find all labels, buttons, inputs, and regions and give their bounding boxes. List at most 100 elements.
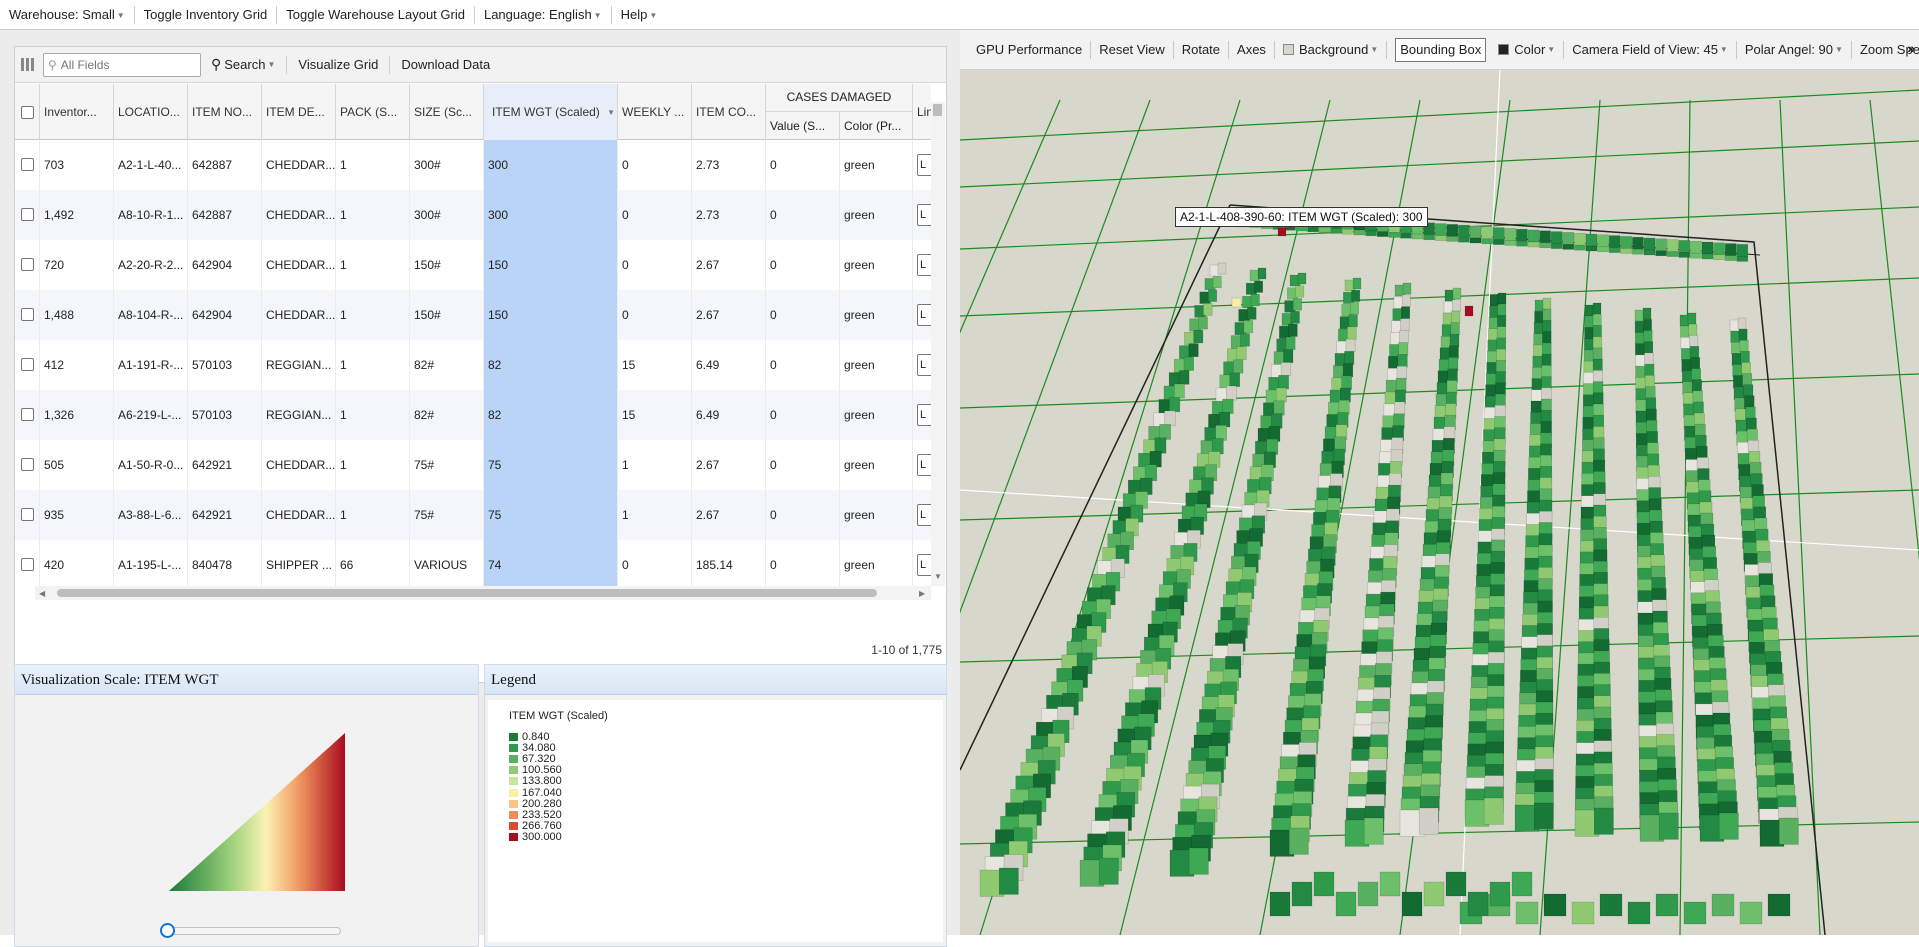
search-input[interactable] [60, 57, 191, 72]
vertical-scrollbar[interactable]: ▼ [931, 102, 945, 586]
table-row[interactable]: 1,492 A8-10-R-1... 642887 CHEDDAR... 1 300# 30… [15, 190, 931, 240]
warehouse-dropdown[interactable]: Warehouse: Small ▼ [0, 5, 135, 24]
camera-fov-dropdown[interactable]: Camera Field of View: 45 ▼ [1564, 40, 1737, 59]
column-header[interactable]: Color (Pr... [840, 112, 913, 140]
table-cell: 75 [484, 490, 618, 540]
row-checkbox[interactable] [21, 158, 34, 171]
inventory-grid: ⚲ ⚲ Search ▼ Visualize Grid Download Dat… [14, 46, 947, 683]
table-cell: 1 [336, 140, 410, 190]
scroll-down-icon[interactable]: ▼ [934, 572, 942, 581]
row-checkbox[interactable] [21, 308, 34, 321]
row-checkbox[interactable] [21, 558, 34, 571]
row-checkbox[interactable] [21, 208, 34, 221]
viewer-panel: GPU Performance Reset View Rotate Axes B… [960, 30, 1919, 935]
rotate-button[interactable]: Rotate [1174, 40, 1230, 59]
help-menu[interactable]: Help ▼ [612, 6, 667, 24]
table-row[interactable]: 935 A3-88-L-6... 642921 CHEDDAR... 1 75# 75 1 2.… [15, 490, 931, 540]
table-row[interactable]: 1,488 A8-104-R-... 642904 CHEDDAR... 1 150# 15… [15, 290, 931, 340]
viewer-toolbar: GPU Performance Reset View Rotate Axes B… [960, 30, 1919, 70]
select-all-checkbox[interactable] [21, 106, 34, 119]
toggle-layout-grid-button[interactable]: Toggle Warehouse Layout Grid [277, 5, 475, 24]
row-checkbox[interactable] [21, 508, 34, 521]
scroll-left-icon[interactable]: ◀ [39, 589, 45, 598]
row-link-button[interactable]: L [917, 454, 931, 476]
axes-button[interactable]: Axes [1229, 40, 1275, 59]
table-row[interactable]: 720 A2-20-R-2... 642904 CHEDDAR... 1 150# 150 0… [15, 240, 931, 290]
row-checkbox[interactable] [21, 358, 34, 371]
table-row[interactable]: 703 A2-1-L-40... 642887 CHEDDAR... 1 300# 300 0… [15, 140, 931, 190]
panel-title: Visualization Scale: ITEM WGT [15, 665, 478, 695]
row-link-button[interactable]: L [917, 504, 931, 526]
column-header[interactable]: ITEM CO... [692, 84, 766, 140]
scroll-thumb[interactable] [933, 104, 942, 116]
column-header[interactable]: SIZE (Sc... [410, 84, 484, 140]
row-link-button[interactable]: L [917, 354, 931, 376]
row-link-button[interactable]: L [917, 404, 931, 426]
row-checkbox[interactable] [21, 408, 34, 421]
bounding-box-toggle[interactable]: Bounding Box [1387, 37, 1490, 62]
row-link-button[interactable]: L [917, 554, 931, 576]
download-data-button[interactable]: Download Data [397, 57, 494, 72]
table-cell: 15 [618, 340, 692, 390]
expand-toolbar-icon[interactable]: » [1907, 40, 1915, 56]
table-cell: 75# [410, 490, 484, 540]
slider-handle[interactable] [160, 923, 175, 938]
scene-canvas[interactable] [960, 70, 1919, 935]
row-link-button[interactable]: L [917, 254, 931, 276]
row-link-button[interactable]: L [917, 304, 931, 326]
scale-slider[interactable] [160, 923, 341, 938]
legend-swatch [509, 777, 518, 786]
column-group-header: CASES DAMAGED [766, 84, 913, 112]
table-row[interactable]: 420 A1-195-L-... 840478 SHIPPER ... 66 VARIOU… [15, 540, 931, 586]
table-cell: 570103 [188, 340, 262, 390]
reset-view-button[interactable]: Reset View [1091, 40, 1174, 59]
row-link-button[interactable]: L [917, 204, 931, 226]
table-cell: 74 [484, 540, 618, 586]
dropdown-arrow-icon: ▼ [593, 10, 602, 20]
warehouse-3d-scene[interactable]: A2-1-L-408-390-60: ITEM WGT (Scaled): 30… [960, 70, 1919, 935]
column-header-sorted[interactable]: ITEM WGT (Scaled) ▼ [484, 84, 618, 140]
background-dropdown[interactable]: Background ▼ [1275, 40, 1388, 59]
toggle-inventory-grid-button[interactable]: Toggle Inventory Grid [135, 5, 278, 24]
gpu-performance-button[interactable]: GPU Performance [968, 40, 1092, 59]
table-row[interactable]: 505 A1-50-R-0... 642921 CHEDDAR... 1 75# 75 1 2.… [15, 440, 931, 490]
table-header: Inventor... LOCATIO... ITEM NO... ITEM D… [15, 84, 933, 140]
color-dropdown[interactable]: Color ▼ [1490, 40, 1565, 59]
left-panel: ⚲ ⚲ Search ▼ Visualize Grid Download Dat… [0, 30, 960, 947]
polar-angle-label: Polar Angel: 90 [1744, 41, 1834, 57]
column-header[interactable]: WEEKLY ... [618, 84, 692, 140]
columns-icon[interactable] [21, 57, 35, 72]
polar-angle-dropdown[interactable]: Polar Angel: 90 ▼ [1737, 40, 1852, 59]
grid-toolbar: ⚲ ⚲ Search ▼ Visualize Grid Download Dat… [15, 47, 946, 83]
visualize-grid-button[interactable]: Visualize Grid [294, 57, 382, 72]
scroll-thumb[interactable] [57, 589, 877, 597]
table-cell: 1,488 [40, 290, 114, 340]
table-cell: 150 [484, 290, 618, 340]
table-cell: 703 [40, 140, 114, 190]
table-cell: 150 [484, 240, 618, 290]
row-link-button[interactable]: L [917, 154, 931, 176]
column-header[interactable]: Value (S... [766, 112, 840, 140]
column-header[interactable]: LOCATIO... [114, 84, 188, 140]
table-cell: 1,492 [40, 190, 114, 240]
row-checkbox[interactable] [21, 258, 34, 271]
legend-subtitle: ITEM WGT (Scaled) [509, 710, 608, 722]
color-swatch-icon [1498, 44, 1510, 55]
language-dropdown[interactable]: Language: English ▼ [475, 5, 612, 24]
search-button[interactable]: ⚲ Search ▼ [207, 56, 279, 73]
table-cell: 720 [40, 240, 114, 290]
table-row[interactable]: 1,326 A6-219-L-... 570103 REGGIAN... 1 82# 82 1… [15, 390, 931, 440]
table-cell: CHEDDAR... [262, 290, 336, 340]
row-checkbox[interactable] [21, 458, 34, 471]
column-header[interactable]: Inventor... [40, 84, 114, 140]
legend-swatch [509, 743, 518, 752]
column-header[interactable]: ITEM NO... [188, 84, 262, 140]
horizontal-scrollbar[interactable]: ◀ ▶ [35, 586, 931, 600]
table-cell: VARIOUS [410, 540, 484, 586]
scroll-right-icon[interactable]: ▶ [919, 589, 925, 598]
column-header[interactable]: ITEM DE... [262, 84, 336, 140]
column-header[interactable]: PACK (S... [336, 84, 410, 140]
table-cell: 2.67 [692, 490, 766, 540]
search-box[interactable]: ⚲ [43, 52, 201, 77]
table-row[interactable]: 412 A1-191-R-... 570103 REGGIAN... 1 82# 82 15 6… [15, 340, 931, 390]
